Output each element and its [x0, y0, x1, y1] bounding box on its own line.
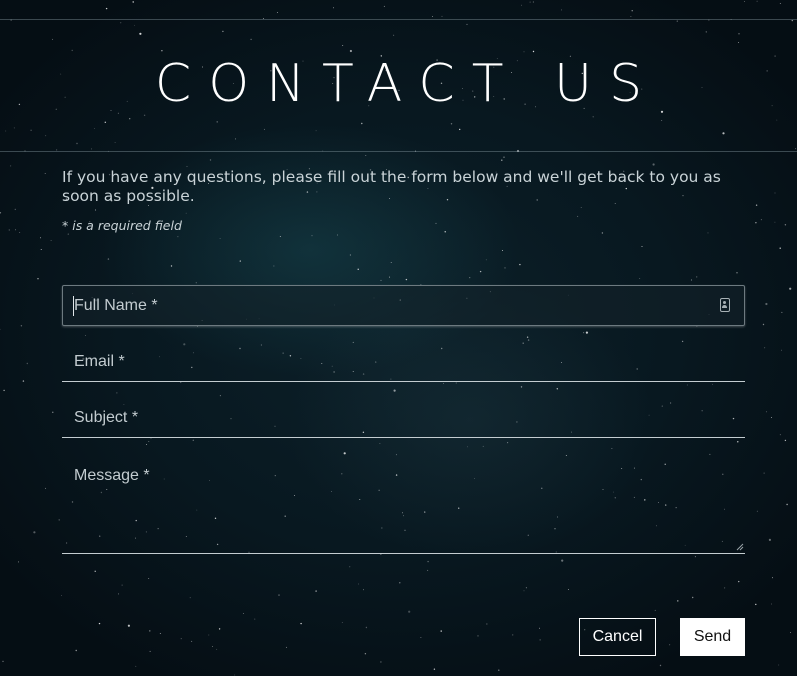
message-field[interactable]: Message *	[62, 455, 745, 554]
email-label: Email *	[74, 353, 125, 370]
send-button[interactable]: Send	[680, 618, 745, 656]
full-name-label: Full Name *	[74, 297, 158, 314]
full-name-field[interactable]: Full Name *	[62, 285, 745, 326]
page-title: CONTACT US	[154, 54, 660, 114]
message-label: Message *	[74, 467, 150, 484]
top-divider	[0, 19, 797, 20]
resize-grip-icon[interactable]	[736, 543, 744, 551]
cancel-button[interactable]: Cancel	[579, 618, 656, 656]
subject-field[interactable]: Subject *	[62, 397, 745, 438]
subject-label: Subject *	[74, 409, 139, 426]
intro-text: If you have any questions, please fill o…	[62, 168, 721, 205]
email-field[interactable]: Email *	[62, 341, 745, 382]
required-field-note: * is a required field	[62, 218, 182, 233]
header-divider	[0, 151, 797, 152]
contact-card-icon[interactable]	[720, 298, 730, 312]
